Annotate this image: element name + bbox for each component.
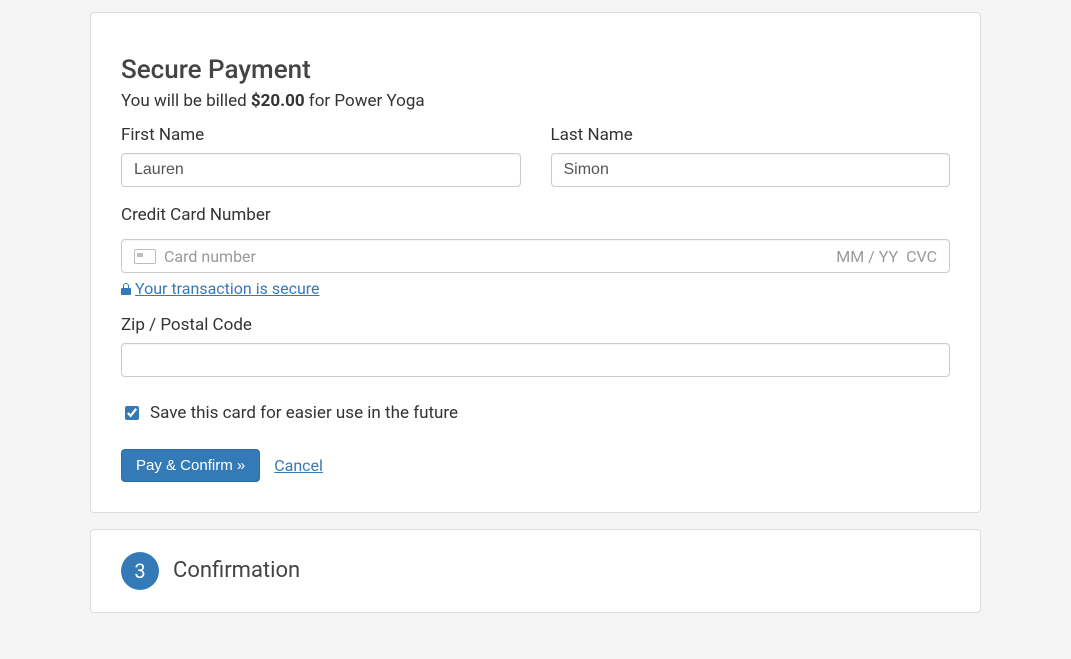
secure-transaction-text: Your transaction is secure — [135, 279, 320, 298]
credit-card-icon — [134, 249, 156, 264]
cancel-link[interactable]: Cancel — [274, 456, 323, 475]
last-name-input[interactable] — [551, 153, 951, 187]
lock-icon — [121, 283, 131, 295]
pay-confirm-button[interactable]: Pay & Confirm » — [121, 449, 260, 482]
step-number-badge: 3 — [121, 552, 159, 590]
save-card-label[interactable]: Save this card for easier use in the fut… — [150, 403, 458, 423]
billing-suffix: for Power Yoga — [305, 91, 425, 111]
zip-input[interactable] — [121, 343, 950, 377]
first-name-input[interactable] — [121, 153, 521, 187]
billing-prefix: You will be billed — [121, 91, 251, 111]
billing-amount: $20.00 — [251, 91, 305, 111]
save-card-checkbox[interactable] — [125, 406, 139, 420]
cc-input-group[interactable]: Card number MM / YY CVC — [121, 239, 950, 273]
payment-panel: Secure Payment You will be billed $20.00… — [90, 12, 981, 513]
cc-number-placeholder: Card number — [164, 247, 836, 266]
page-title: Secure Payment — [121, 55, 950, 85]
confirmation-panel: 3 Confirmation — [90, 529, 981, 613]
secure-transaction-link[interactable]: Your transaction is secure — [121, 279, 320, 298]
cc-expiry-placeholder: MM / YY — [836, 247, 898, 266]
zip-label: Zip / Postal Code — [121, 315, 252, 335]
cc-cvc-placeholder: CVC — [906, 247, 937, 266]
billing-subtitle: You will be billed $20.00 for Power Yoga — [121, 91, 950, 111]
last-name-label: Last Name — [551, 125, 951, 145]
confirmation-title: Confirmation — [173, 558, 300, 583]
first-name-label: First Name — [121, 125, 521, 145]
cc-label: Credit Card Number — [121, 205, 271, 225]
